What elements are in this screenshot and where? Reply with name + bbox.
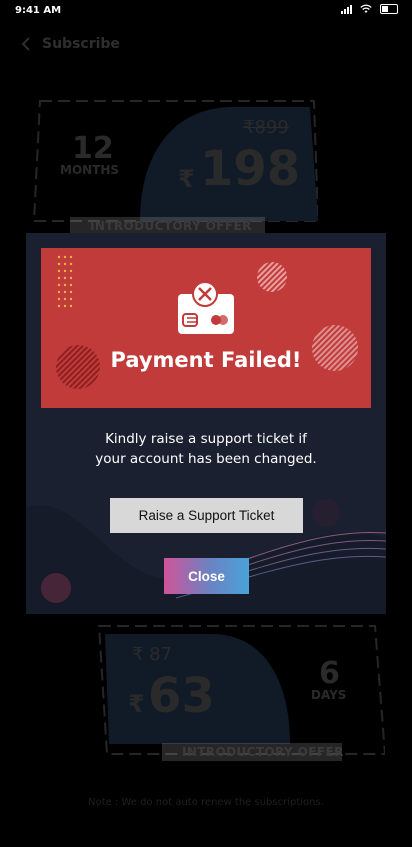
plan-currency: ₹ <box>128 690 145 718</box>
error-banner: Payment Failed! <box>41 248 371 408</box>
payment-failed-modal: Payment Failed! Kindly raise a support t… <box>26 233 386 614</box>
intro-offer-badge: INTRODUCTORY OFFER <box>182 745 344 759</box>
back-arrow-icon[interactable] <box>20 37 34 51</box>
raise-support-ticket-button[interactable]: Raise a Support Ticket <box>110 498 303 533</box>
close-button[interactable]: Close <box>164 558 249 594</box>
dot-grid-decoration <box>57 255 73 308</box>
auto-renew-note: Note : We do not auto renew the subscrip… <box>88 797 324 808</box>
plan-card-12-months[interactable]: 12 MONTHS ₹899 ₹ 198 <box>30 97 318 225</box>
failed-card-icon <box>178 281 234 334</box>
message-line-2: your account has been changed. <box>95 451 317 467</box>
modal-title: Payment Failed! <box>110 348 302 372</box>
plan-currency: ₹ <box>178 165 195 193</box>
page-title: Subscribe <box>42 36 120 52</box>
plan-duration-value: 12 <box>72 131 114 166</box>
striped-circle-decoration <box>257 262 287 292</box>
plan-original-price: ₹899 <box>243 117 289 138</box>
plan-duration-unit: DAYS <box>311 688 347 702</box>
plan-original-price: ₹ 87 <box>132 644 173 665</box>
intro-offer-badge: INTRODUCTORY OFFER <box>90 219 252 233</box>
plan-duration-unit: MONTHS <box>60 163 120 177</box>
plan-price: 198 <box>200 141 301 197</box>
plan-card-6-days[interactable]: ₹ 87 ₹ 63 6 DAYS <box>95 622 385 757</box>
modal-message: Kindly raise a support ticket if your ac… <box>26 429 386 469</box>
plan-price: 63 <box>148 668 215 724</box>
message-line-1: Kindly raise a support ticket if <box>105 431 307 447</box>
header: Subscribe <box>20 36 120 52</box>
plan-duration-value: 6 <box>319 656 340 691</box>
